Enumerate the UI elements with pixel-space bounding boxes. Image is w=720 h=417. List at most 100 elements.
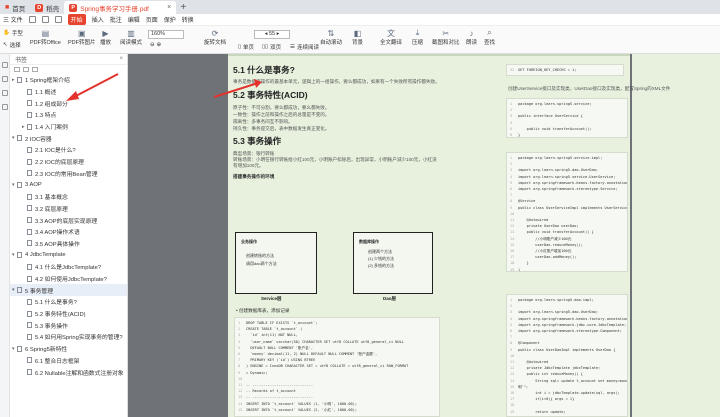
thumbnail-icon[interactable]	[2, 76, 8, 82]
menu-insert[interactable]: 插入	[92, 15, 104, 24]
code-text: @Component	[518, 341, 540, 346]
select-tool[interactable]: ↖ 选择	[3, 41, 21, 49]
menu-edit[interactable]: 编辑	[128, 15, 140, 24]
double-page-button[interactable]: ▯▯ 双页	[262, 43, 281, 51]
auto-scroll-label: 自动滚动	[320, 40, 343, 46]
read-aloud-button[interactable]: ♪ 朗读	[466, 28, 477, 47]
menu-annotate[interactable]: 批注	[110, 15, 122, 24]
code-text: public void transferAccount() {	[518, 230, 594, 235]
read-mode-button[interactable]: ▥ 阅读模式	[120, 28, 142, 47]
dao-box-title: 数据库操作	[359, 239, 379, 244]
auto-scroll-button[interactable]: ⇅ 自动滚动	[320, 28, 343, 47]
bookmark-item[interactable]: 6.1 整合日志框架	[10, 355, 127, 367]
tab-home[interactable]: ■ 首页	[0, 1, 30, 14]
single-page-button[interactable]: ▯ 单页	[238, 43, 254, 51]
continuous-icon: ☰	[290, 44, 295, 50]
steps-title: 搭建事务操作的环境	[233, 174, 275, 179]
bookmark-doc-icon	[17, 76, 22, 83]
bookmark-item[interactable]: 5.2 事务特性(ACID)	[10, 308, 127, 320]
search-panel-icon[interactable]	[2, 104, 8, 110]
bookmark-label: 3.4 AOP操作术语	[35, 230, 80, 237]
code-line: 6 import org.springframework.stereotype.C…	[510, 328, 624, 334]
bookmark-item[interactable]: 3.3 AOP的底层实现原理	[10, 214, 127, 226]
rotate-doc-button[interactable]: ⟳ 旋转文档	[204, 28, 227, 47]
menu-protect[interactable]: 保护	[164, 15, 176, 24]
menu-convert[interactable]: 转换	[182, 15, 194, 24]
bookmark-expand-icon[interactable]	[32, 67, 38, 72]
page-next-icon[interactable]: ▸	[275, 31, 280, 37]
foreign-key-line: SET FOREIGN_KEY_CHECKS = 1;	[518, 68, 577, 72]
code-text: //小红账户增加100元	[518, 249, 572, 254]
bookmark-item[interactable]: 5.3 事务操作	[10, 319, 127, 331]
code-text: PRIMARY KEY (`id`) USING BTREE	[246, 358, 316, 363]
find-button[interactable]: ⌕ 查找	[484, 28, 495, 46]
background-button[interactable]: ◧ 背景	[352, 28, 363, 47]
bookmark-item[interactable]: 3.2 底层原理	[10, 203, 127, 215]
translate-button[interactable]: 文 全文翻译	[380, 28, 402, 47]
bookmark-item[interactable]: 2.2 IOC的底层原理	[10, 156, 127, 168]
compress-button[interactable]: ⤓ 压缩	[412, 28, 423, 46]
code-text: -- ----------------------------	[246, 383, 314, 388]
save-icon[interactable]	[28, 16, 36, 23]
service-box-line-2: 调用dao两个方法	[246, 261, 277, 266]
bookmark-panel-icon[interactable]	[2, 62, 8, 68]
bookmark-label: 1.2 组成部分	[35, 101, 68, 108]
bookmark-item[interactable]: 2.1 IOC是什么?	[10, 144, 127, 156]
service-box-title: 业务操作	[241, 239, 257, 244]
single-page-icon: ▯	[238, 44, 242, 50]
bookmark-item[interactable]: 1.2 组成部分	[10, 97, 127, 109]
tab-wps[interactable]: D 稻壳	[30, 1, 64, 14]
zoom-select[interactable]: 160%	[148, 30, 184, 39]
zoom-in-icon[interactable]: ⊕	[157, 42, 162, 48]
bookmark-item[interactable]: 5.1 什么是事务?	[10, 296, 127, 308]
scene-description: 转账场景：小明在银行转账给小红100元，小明账户扣除后，出现异常，小明账户减少1…	[233, 157, 437, 168]
bookmark-delete-icon[interactable]	[23, 67, 29, 72]
bookmark-item[interactable]: 1.3 特点	[10, 109, 127, 121]
pdf-icon: P	[69, 3, 78, 12]
zoom-out-icon[interactable]: ⊖	[150, 42, 155, 48]
book-icon: ▥	[127, 28, 135, 38]
bookmark-item[interactable]: 4.1 什么是JdbcTemplate?	[10, 261, 127, 273]
hand-tool[interactable]: ✋ 手型	[3, 29, 23, 37]
menu-page[interactable]: 页面	[146, 15, 158, 24]
bookmark-item[interactable]: 3.1 基本概念	[10, 191, 127, 203]
bookmark-item[interactable]: ▾ 6 Spring5新特性	[10, 343, 127, 355]
page-number-input[interactable]: ◂ 55 ▸	[254, 30, 290, 39]
bookmark-item[interactable]: 3.5 AOP具体操作	[10, 238, 127, 250]
play-button[interactable]: ▶ 播放	[100, 28, 111, 47]
bookmark-add-icon[interactable]	[14, 67, 20, 72]
bookmark-item[interactable]: ▾ 3 AOP	[10, 179, 127, 191]
bookmark-tools	[10, 65, 127, 74]
print-icon[interactable]	[41, 16, 49, 23]
bookmark-item[interactable]: ▾ 4 JdbcTemplate	[10, 249, 127, 261]
close-tab-icon[interactable]: ×	[167, 4, 171, 11]
annotation-icon[interactable]	[2, 90, 8, 96]
pdf-to-image-button[interactable]: ▣ PDF转图片	[68, 28, 96, 47]
menu-file[interactable]: 三 文件	[3, 15, 23, 24]
undo-icon[interactable]	[54, 16, 62, 23]
bookmark-doc-icon	[27, 357, 32, 364]
screenshot-compare-button[interactable]: ✂ 截图和对比	[432, 28, 460, 47]
tab-document[interactable]: P Spring事务学习手册.pdf ×	[64, 1, 177, 14]
bookmark-item[interactable]: ▸ 1 Spring框架介绍	[10, 74, 127, 86]
bookmark-item[interactable]: 6.2 Nullable注解和函数式注册对象	[10, 366, 127, 378]
code-text: `id` int(11) NOT NULL,	[246, 333, 298, 338]
bookmark-item[interactable]: 4.2 如何使用JdbcTemplate?	[10, 273, 127, 285]
bookmark-item[interactable]: ▾ 5 事务管理	[10, 284, 127, 297]
pdf-to-office-button[interactable]: ▤ PDF转Office	[30, 28, 61, 47]
code-text: import org.springframework.beans.factory…	[518, 316, 628, 321]
menu-start[interactable]: 开始	[67, 14, 86, 25]
bookmark-item[interactable]: 5.4 如何用Spring实现事务的管理?	[10, 331, 127, 343]
bookmark-item[interactable]: ▸ 1.4 入门案例	[10, 121, 127, 133]
continuous-button[interactable]: ☰ 连续阅读	[290, 43, 319, 51]
bookmark-item[interactable]: 3.4 AOP操作术语	[10, 226, 127, 238]
service-layer-label: Service层	[261, 296, 282, 301]
bookmark-item[interactable]: 2.3 IOC的常用Bean管理	[10, 168, 127, 180]
background-icon: ◧	[353, 28, 362, 38]
bookmark-item[interactable]: ▾ 2 IOC容器	[10, 132, 127, 144]
new-tab-button[interactable]: +	[176, 1, 190, 14]
bookmark-item[interactable]: 1.1 概述	[10, 86, 127, 98]
code-text: INSERT INTO `t_account` VALUES (2, '小红',…	[246, 407, 358, 412]
rotate-doc-label: 旋转文档	[204, 40, 227, 46]
close-panel-icon[interactable]: ×	[119, 56, 123, 62]
